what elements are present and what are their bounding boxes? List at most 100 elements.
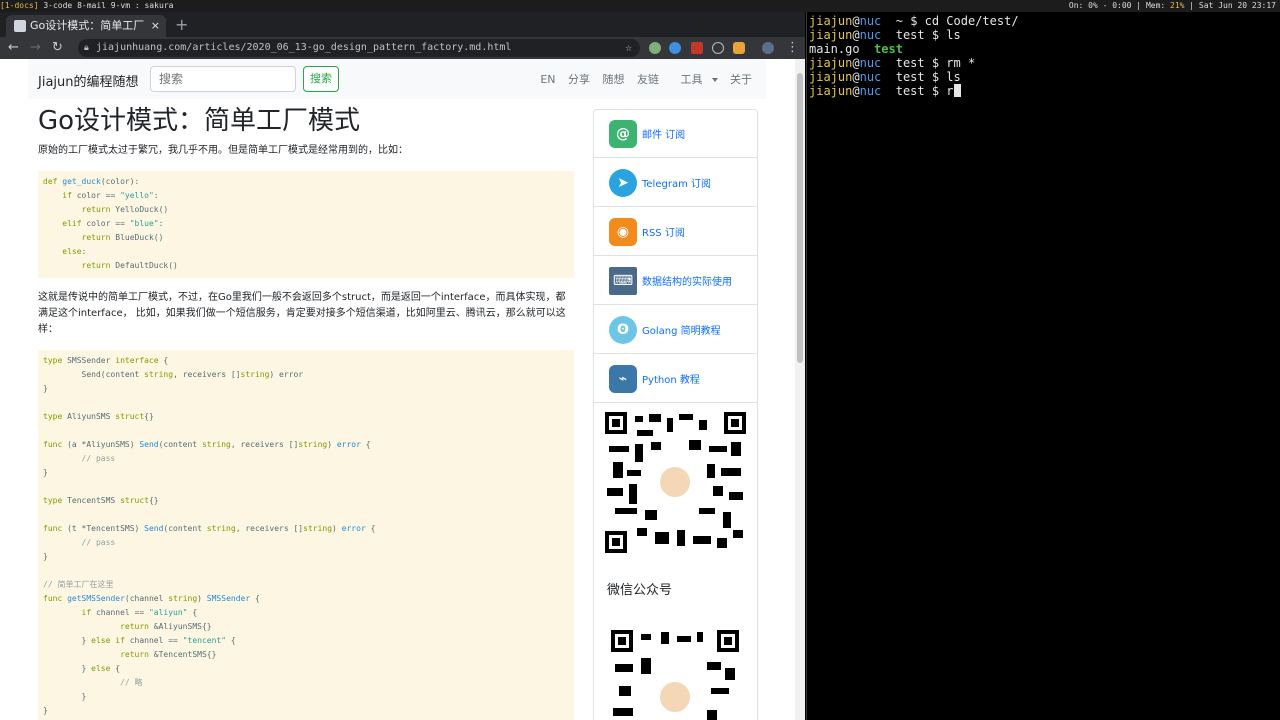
article: Go设计模式：简单工厂模式 原始的工厂模式太过于繁冗，我几乎不用。但是简单工厂模… [38, 105, 574, 720]
terminal-window[interactable]: jiajun@nuc ~ $ cd Code/test/ jiajun@nuc … [806, 12, 1280, 720]
sidebar-item-data-structures[interactable]: ⌨ 数据结构的实际使用 [594, 257, 757, 305]
bookmark-star-icon[interactable]: ☆ [625, 39, 632, 57]
at-icon: @ [609, 120, 637, 148]
sidebar-item-rss[interactable]: ◉ RSS 订阅 [594, 208, 757, 256]
tab-strip: Go设计模式：简单工厂 × + [0, 12, 805, 37]
favicon-icon [14, 20, 26, 32]
reload-button[interactable]: ↻ [52, 39, 63, 57]
sidebar-item-label: 邮件 订阅 [642, 130, 686, 141]
wechat-label: 微信公众号 [607, 583, 673, 598]
top-status-bar: [1-docs] 3-code 8-mail 9-vm : sakura On:… [0, 0, 1280, 12]
system-status: On: 0% - 0:00 | Mem: 21% | Sat Jun 20 23… [1069, 0, 1276, 12]
browser-menu-icon[interactable]: ⋮ [786, 39, 799, 57]
site-navbar: Jiajun的编程随想 搜索 EN 分享 随想 友链 工具 关于 [28, 59, 766, 99]
code-block-go: type SMSSender interface { Send(content … [38, 350, 574, 720]
extension-icon[interactable] [669, 42, 681, 54]
nav-link-thoughts[interactable]: 随想 [603, 73, 625, 86]
lock-icon: 🔒︎ [84, 43, 89, 53]
gopher-icon: ʘ [609, 316, 637, 344]
sidebar-item-label: Telegram 订阅 [642, 179, 711, 190]
tab-title: Go设计模式：简单工厂 [30, 19, 145, 32]
article-paragraph: 这就是传说中的简单工厂模式，不过，在Go里我们一般不会返回多个struct，而是… [38, 292, 566, 335]
output-file: main.go [809, 42, 875, 56]
browser-window: Go设计模式：简单工厂 × + ← → ↻ 🔒︎ jiajunhuang.com… [0, 12, 805, 720]
sidebar-item-label: RSS 订阅 [642, 228, 685, 239]
page-scrollbar[interactable] [795, 59, 805, 720]
address-bar[interactable]: 🔒︎ jiajunhuang.com/articles/2020_06_13-g… [78, 39, 640, 57]
memory-usage: 21% [1170, 1, 1185, 10]
terminal-line: jiajun@nuc test $ ls [809, 28, 1278, 42]
terminal-line: jiajun@nuc ~ $ cd Code/test/ [809, 14, 1278, 28]
output-directory: test [874, 42, 903, 56]
prompt-host: nuc [859, 28, 882, 42]
prompt-user: jiajun [809, 56, 853, 70]
tab-article[interactable]: Go设计模式：简单工厂 × [6, 15, 166, 37]
forward-button[interactable]: → [30, 39, 41, 57]
terminal-line: jiajun@nuc test $ rm * [809, 56, 1278, 70]
workspace-others[interactable]: 3-code 8-mail 9-vm : sakura [39, 1, 173, 10]
tab-close-icon[interactable]: × [151, 15, 160, 37]
scrollbar-thumb[interactable] [797, 73, 803, 363]
terminal-command: $ r [931, 84, 954, 98]
extension-icon[interactable] [649, 42, 661, 54]
terminal-command: $ cd Code/test/ [910, 14, 1019, 28]
prompt-at: @ [852, 14, 860, 28]
nav-link-about[interactable]: 关于 [730, 73, 752, 86]
terminal-command: $ ls [931, 70, 961, 84]
extension-icon[interactable] [712, 42, 724, 54]
prompt-host: nuc [859, 70, 882, 84]
prompt-at: @ [852, 70, 860, 84]
sidebar-item-telegram[interactable]: ➤ Telegram 订阅 [594, 159, 757, 207]
status-datetime: | Sat Jun 20 23:17 [1184, 1, 1276, 10]
terminal-line: jiajun@nuc test $ ls [809, 70, 1278, 84]
prompt-host: nuc [859, 84, 882, 98]
prompt-host: nuc [859, 56, 882, 70]
sidebar: @ 邮件 订阅 ➤ Telegram 订阅 ◉ RSS 订阅 ⌨ 数据结构的实际… [593, 109, 758, 720]
page-viewport: Jiajun的编程随想 搜索 EN 分享 随想 友链 工具 关于 Go设计模式：… [0, 59, 795, 720]
prompt-at: @ [852, 84, 860, 98]
chevron-down-icon [711, 78, 718, 82]
browser-toolbar: ← → ↻ 🔒︎ jiajunhuang.com/articles/2020_0… [0, 37, 805, 59]
sidebar-item-label: Python 教程 [642, 375, 700, 386]
sidebar-item-label: 数据结构的实际使用 [642, 277, 732, 288]
workspace-active[interactable]: [1-docs] [0, 1, 39, 10]
nav-link-share[interactable]: 分享 [568, 73, 590, 86]
prompt-user: jiajun [809, 28, 853, 42]
wechat-qr-code-image [611, 630, 739, 720]
sidebar-item-python[interactable]: ⌁ Python 教程 [594, 355, 757, 403]
sidebar-item-golang[interactable]: ʘ Golang 简明教程 [594, 306, 757, 354]
search-button[interactable]: 搜索 [303, 66, 339, 92]
prompt-dir: test [881, 70, 932, 84]
sidebar-item-label: Golang 简明教程 [642, 326, 721, 337]
telegram-icon: ➤ [609, 169, 637, 197]
laptop-icon: ⌨ [609, 267, 637, 295]
back-button[interactable]: ← [8, 39, 19, 57]
profile-avatar[interactable] [762, 42, 774, 54]
article-paragraph: 原始的工厂模式太过于繁冗，我几乎不用。但是简单工厂模式是经常用到的，比如： [38, 145, 408, 156]
nav-link-en[interactable]: EN [540, 73, 555, 86]
prompt-dir: test [881, 56, 932, 70]
avatar [658, 680, 692, 714]
nav-link-tools[interactable]: 工具 [672, 73, 718, 86]
nav-link-friends[interactable]: 友链 [637, 73, 659, 86]
sidebar-item-email[interactable]: @ 邮件 订阅 [594, 110, 757, 158]
extension-icon[interactable] [691, 42, 703, 54]
status-prefix: On: 0% - 0:00 | Mem: [1068, 1, 1171, 10]
avatar [658, 465, 692, 499]
terminal-line: jiajun@nuc test $ r [809, 84, 1278, 98]
extension-icon[interactable] [733, 42, 745, 54]
url-text: jiajunhuang.com/articles/2020_06_13-go_d… [96, 42, 512, 53]
prompt-user: jiajun [809, 84, 853, 98]
qr-code-image [605, 412, 746, 553]
site-brand[interactable]: Jiajun的编程随想 [38, 71, 139, 90]
new-tab-button[interactable]: + [175, 15, 188, 35]
rss-icon: ◉ [609, 218, 637, 246]
site-nav-links: EN 分享 随想 友链 工具 关于 [531, 71, 752, 87]
workspace-list: [1-docs] 3-code 8-mail 9-vm : sakura [0, 0, 173, 12]
prompt-at: @ [852, 56, 860, 70]
prompt-host: nuc [859, 14, 882, 28]
search-input[interactable] [150, 66, 296, 92]
prompt-dir: ~ [881, 14, 911, 28]
article-title: Go设计模式：简单工厂模式 [38, 106, 361, 136]
prompt-at: @ [852, 28, 860, 42]
